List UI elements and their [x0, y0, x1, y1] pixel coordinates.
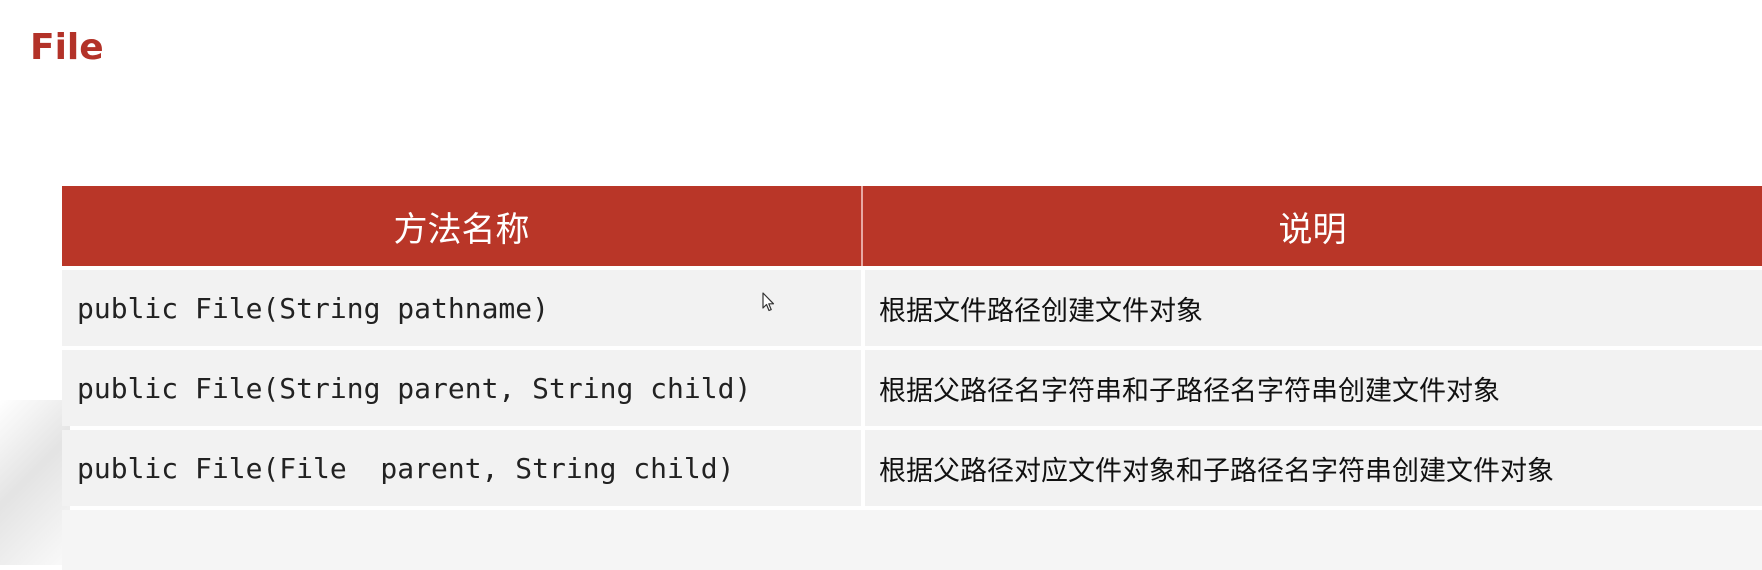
table-row: public File(File parent, String child) 根… [62, 430, 1762, 506]
method-description: 根据文件路径创建文件对象 [879, 295, 1203, 327]
mouse-pointer-icon [762, 292, 775, 312]
method-signature: public File(File parent, String child) [77, 451, 735, 485]
slide-title: File [30, 27, 104, 68]
method-description: 根据父路径名字符串和子路径名字符串创建文件对象 [879, 375, 1500, 407]
methods-table: 方法名称 说明 public File(String pathname) 根据文… [62, 186, 1762, 570]
table-header-row: 方法名称 说明 [62, 186, 1762, 266]
method-signature: public File(String parent, String child) [77, 371, 752, 405]
method-description: 根据父路径对应文件对象和子路径名字符串创建文件对象 [879, 455, 1554, 487]
header-method-name: 方法名称 [393, 209, 530, 250]
method-signature: public File(String pathname) [77, 291, 550, 325]
table-empty-row [62, 510, 1762, 570]
slide-edge-shadow [0, 400, 70, 565]
table-row: public File(String parent, String child)… [62, 350, 1762, 426]
header-description: 说明 [1278, 209, 1347, 250]
table-row: public File(String pathname) 根据文件路径创建文件对… [62, 270, 1762, 346]
